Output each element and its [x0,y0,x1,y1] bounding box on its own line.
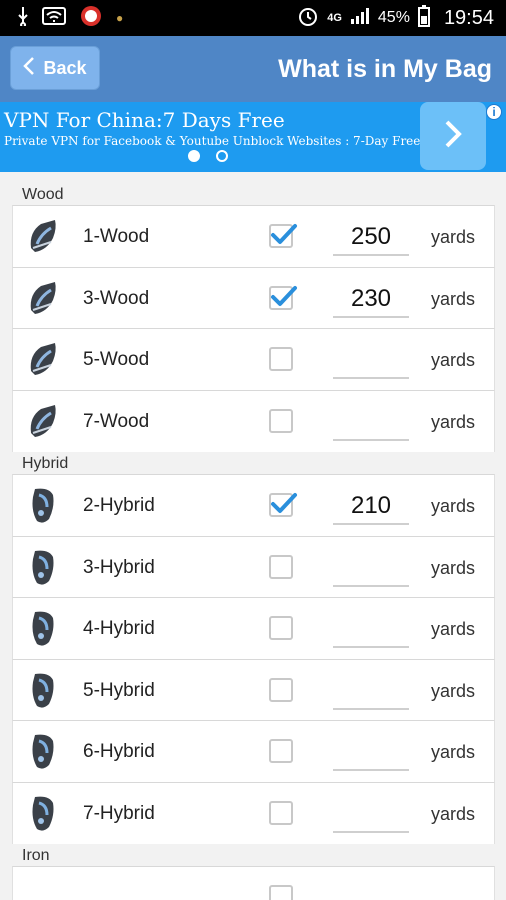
ad-headline[interactable]: VPN For China:7 Days Free [4,108,285,132]
club-name: 6-Hybrid [83,741,155,762]
yards-unit-label: yards [431,289,476,309]
ad-page-dot[interactable] [188,150,200,162]
yardage-input[interactable] [333,405,409,441]
club-checkbox[interactable] [269,286,297,310]
yardage-input[interactable] [333,797,409,833]
yardage-input[interactable] [333,674,409,710]
club-row[interactable] [12,866,495,900]
battery-percent: 45% [377,9,410,26]
yardage-input[interactable] [333,343,409,379]
club-row[interactable]: 7-Hybrid yards [12,782,495,844]
section-label: Hybrid [22,455,69,472]
club-name: 1-Wood [83,226,150,247]
yardage-input[interactable] [333,612,409,648]
club-checkbox[interactable] [269,616,293,640]
hybrid-club-icon [32,550,54,585]
club-checkbox[interactable] [269,224,297,248]
club-checkbox[interactable] [269,555,293,579]
club-name: 5-Hybrid [83,680,155,701]
yardage-input[interactable] [333,735,409,771]
club-name: 3-Wood [83,288,150,309]
chevron-right-icon [443,119,463,154]
back-button[interactable]: Back [10,46,100,90]
checkmark-icon [271,286,297,306]
checkmark-icon [271,493,297,513]
club-row[interactable]: 7-Wood yards [12,390,495,452]
club-name: 5-Wood [83,349,150,370]
checkmark-icon [271,224,297,244]
dot-icon: ● [116,11,124,25]
club-row[interactable]: 2-Hybrid 210 yards [12,474,495,536]
club-checkbox[interactable] [269,739,293,763]
yards-unit-label: yards [431,412,476,432]
ad-page-dot[interactable] [216,150,228,162]
ad-banner[interactable]: VPN For China:7 Days Free Private VPN fo… [0,102,506,172]
yards-unit-label: yards [431,496,476,516]
hybrid-club-icon [32,673,54,708]
yards-unit-label: yards [431,804,476,824]
hybrid-club-icon [32,796,54,831]
page-title: What is in My Bag [278,55,492,83]
club-name: 7-Hybrid [83,803,155,824]
club-row[interactable]: 4-Hybrid yards [12,597,495,659]
wood-club-icon [30,405,56,437]
app-notification-icon [78,5,104,32]
network-type: 4G [327,11,342,24]
club-row[interactable]: 3-Wood 230 yards [12,267,495,329]
wood-club-icon [30,220,56,252]
club-row[interactable]: 1-Wood 250 yards [12,205,495,267]
club-name: 2-Hybrid [83,495,155,516]
ad-subtext[interactable]: Private VPN for Facebook & Youtube Unblo… [4,134,453,148]
club-row[interactable]: 5-Wood yards [12,328,495,390]
section-label: Iron [22,847,50,864]
back-label: Back [43,57,87,78]
club-name: 7-Wood [83,411,150,432]
yardage-input[interactable] [333,551,409,587]
clock: 19:54 [443,6,494,29]
section-label: Wood [22,186,64,203]
yards-unit-label: yards [431,558,476,578]
yards-unit-label: yards [431,350,476,370]
status-bar: ● 4G 45% 19:54 [0,0,506,36]
club-checkbox[interactable] [269,678,293,702]
ad-pagination [188,150,228,162]
yardage-input[interactable]: 250 [333,220,409,256]
signal-icon [350,7,370,30]
wood-club-icon [30,282,56,314]
yards-unit-label: yards [431,227,476,247]
hybrid-club-icon [32,488,54,523]
ad-info-icon[interactable]: i [486,104,502,120]
club-checkbox[interactable] [269,885,293,900]
yards-unit-label: yards [431,619,476,639]
yardage-input[interactable]: 230 [333,282,409,318]
hybrid-club-icon [32,734,54,769]
club-checkbox[interactable] [269,347,293,371]
alarm-icon [297,5,319,32]
usb-icon [16,6,30,31]
club-row[interactable]: 6-Hybrid yards [12,720,495,782]
club-checkbox[interactable] [269,493,297,517]
app-bar: Back What is in My Bag [0,36,506,102]
yardage-input[interactable]: 210 [333,489,409,525]
battery-icon [417,4,430,32]
yards-unit-label: yards [431,681,476,701]
club-checkbox[interactable] [269,801,293,825]
wifi-icon [42,6,66,30]
yards-unit-label: yards [431,742,476,762]
club-checkbox[interactable] [269,409,293,433]
ad-next-button[interactable] [420,102,486,170]
club-row[interactable]: 3-Hybrid yards [12,536,495,598]
hybrid-club-icon [32,611,54,646]
club-row[interactable]: 5-Hybrid yards [12,659,495,721]
chevron-left-icon [23,56,35,80]
wood-club-icon [30,343,56,375]
club-name: 3-Hybrid [83,557,155,578]
club-name: 4-Hybrid [83,618,155,639]
